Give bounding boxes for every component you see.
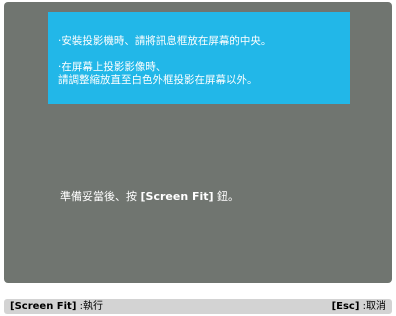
message-gap: [58, 48, 342, 61]
instruction-key: [Screen Fit]: [140, 190, 214, 203]
message-line-project: ·在屏幕上投影影像時、: [58, 61, 167, 73]
cancel-label: :取消: [359, 301, 386, 312]
instruction-text: 準備妥當後、按 [Screen Fit] 鈕。: [60, 188, 239, 204]
screen-fit-area: ·安裝投影機時、請將訊息框放在屏幕的中央。 ·在屏幕上投影影像時、 請調整縮放直…: [4, 2, 392, 283]
execute-key: [Screen Fit]: [10, 301, 77, 312]
footer-bar: [Screen Fit] :執行 [Esc] :取消: [4, 299, 392, 314]
cancel-hint[interactable]: [Esc] :取消: [332, 299, 386, 314]
message-line-center: ·安裝投影機時、請將訊息框放在屏幕的中央。: [58, 35, 272, 47]
instruction-prefix: 準備妥當後、按: [60, 190, 141, 203]
execute-label: :執行: [76, 301, 103, 312]
projection-frame: ·安裝投影機時、請將訊息框放在屏幕的中央。 ·在屏幕上投影影像時、 請調整縮放直…: [0, 0, 396, 287]
cancel-key: [Esc]: [331, 301, 360, 312]
instruction-suffix: 鈕。: [213, 190, 240, 203]
execute-hint[interactable]: [Screen Fit] :執行: [10, 299, 103, 314]
message-line-zoom: 請調整縮放直至白色外框投影在屏幕以外。: [58, 74, 258, 86]
message-box: ·安裝投影機時、請將訊息框放在屏幕的中央。 ·在屏幕上投影影像時、 請調整縮放直…: [48, 12, 350, 104]
